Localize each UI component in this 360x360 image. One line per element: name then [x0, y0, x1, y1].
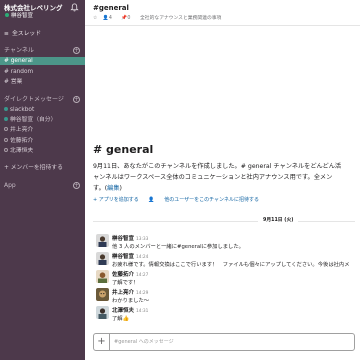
- dm-label: 北澤恒夫: [10, 148, 34, 154]
- message-author[interactable]: 北澤恒夫 14:31: [112, 306, 148, 314]
- message-item[interactable]: 北澤恒夫 14:31 了解👍: [93, 306, 358, 324]
- channel-intro-title: # general: [93, 143, 154, 156]
- channel-topic[interactable]: 全社的なアナウンスと業務関連の事項: [140, 16, 221, 21]
- message-text: 了解です！: [112, 280, 139, 286]
- current-user-name: 榊谷智宣: [11, 13, 34, 19]
- dm-label: 井上亮介: [10, 127, 34, 133]
- apps-section-label: App: [4, 182, 16, 189]
- channel-label: # general: [4, 58, 33, 64]
- message-text: 了解👍: [112, 316, 130, 322]
- apps-section-header[interactable]: App +: [0, 182, 85, 190]
- sidebar-item-sato[interactable]: 佐藤拓介: [0, 137, 85, 145]
- message-author[interactable]: 榊谷智宣 14:24: [112, 252, 148, 260]
- invite-others-label: 他のユーザーをこのチャンネルに招待する: [164, 197, 259, 203]
- pins-count[interactable]: 📌0: [121, 16, 134, 21]
- sidebar-item-general[interactable]: # general: [0, 57, 85, 65]
- current-user[interactable]: 榊谷智宣: [4, 12, 85, 20]
- message-composer: +: [93, 333, 355, 351]
- message-input[interactable]: [114, 334, 350, 350]
- channel-intro-text: 9月11日、あなたがこのチャンネルを作成しました。# general チャンネル…: [93, 163, 342, 170]
- avatar[interactable]: [96, 270, 109, 283]
- message-author[interactable]: 井上亮介 14:29: [112, 288, 148, 296]
- intro-suffix: ): [119, 185, 122, 192]
- star-icon[interactable]: ☆: [93, 16, 97, 21]
- invite-members-label: + メンバーを招待する: [4, 165, 63, 171]
- message-item[interactable]: 榊谷智宣 14:24 お疲れ様です。情報交換はここで行います！ ファイルも個々にア…: [93, 252, 358, 270]
- invite-members-link[interactable]: + メンバーを招待する: [0, 164, 85, 172]
- pins-value: 0: [127, 16, 131, 21]
- presence-away-icon: [4, 127, 8, 131]
- workspace-header[interactable]: 株式会社レベリング 榊谷智宣: [0, 0, 85, 22]
- channel-header: #general ☆ 👤4 📌0 全社的なアナウンスと業務関連の事項: [85, 0, 360, 26]
- bell-icon[interactable]: [70, 3, 79, 12]
- intro-prefix: す。(: [93, 185, 108, 192]
- message-item[interactable]: 佐藤拓介 14:27 了解です！: [93, 270, 358, 288]
- sidebar: 株式会社レベリング 榊谷智宣 ≡ 全スレッド チャンネル + # general …: [0, 0, 85, 360]
- channel-label: # 営業: [4, 79, 23, 85]
- sidebar-item-slackbot[interactable]: slackbot: [0, 106, 85, 114]
- message-author[interactable]: 榊谷智宣 13:33: [112, 234, 148, 242]
- sidebar-item-random[interactable]: # random: [0, 68, 85, 76]
- message-item[interactable]: 井上亮介 14:29 わかりました～: [93, 288, 358, 306]
- avatar[interactable]: [96, 288, 109, 301]
- channels-section-header[interactable]: チャンネル +: [0, 47, 85, 55]
- attach-plus-icon[interactable]: +: [94, 334, 110, 350]
- members-count[interactable]: 👤4: [103, 16, 116, 21]
- presence-away-icon: [4, 148, 8, 152]
- avatar[interactable]: [96, 306, 109, 319]
- intro-actions: + アプリを追加する 👤 他のユーザーをこのチャンネルに招待する: [93, 196, 275, 203]
- dm-section-header[interactable]: ダイレクトメッセージ +: [0, 96, 85, 104]
- members-value: 4: [108, 16, 112, 21]
- sidebar-item-kitazawa[interactable]: 北澤恒夫: [0, 147, 85, 155]
- presence-online-icon: [4, 107, 8, 111]
- channel-title[interactable]: #general: [93, 4, 129, 12]
- all-threads-item[interactable]: ≡ 全スレッド: [0, 30, 85, 38]
- message-text: わかりました～: [112, 298, 150, 304]
- channels-section-label: チャンネル: [4, 47, 34, 54]
- channel-meta: ☆ 👤4 📌0 全社的なアナウンスと業務関連の事項: [93, 14, 225, 21]
- dm-label: slackbot: [10, 107, 35, 113]
- all-threads-label: 全スレッド: [12, 31, 41, 37]
- dm-label: 佐藤拓介: [10, 138, 34, 144]
- add-channel-icon[interactable]: +: [73, 47, 80, 54]
- date-divider-label[interactable]: 9月11日 (火): [258, 217, 299, 225]
- message-time[interactable]: 14:31: [136, 309, 148, 314]
- dm-label: 榊谷智宣（自分）: [10, 117, 57, 123]
- invite-others-link[interactable]: 👤 他のユーザーをこのチャンネルに招待する: [148, 197, 267, 203]
- avatar[interactable]: [96, 234, 109, 247]
- add-app-icon[interactable]: +: [73, 182, 80, 189]
- channel-intro-text: す。(編集): [93, 183, 122, 192]
- channel-label: # random: [4, 69, 34, 75]
- message-author[interactable]: 佐藤拓介 14:27: [112, 270, 148, 278]
- threads-icon: ≡: [4, 31, 9, 37]
- sidebar-item-inoue[interactable]: 井上亮介: [0, 126, 85, 134]
- presence-dot: [5, 13, 9, 17]
- add-app-link[interactable]: + アプリを追加する: [93, 197, 139, 203]
- dm-section-label: ダイレクトメッセージ: [4, 96, 64, 103]
- channel-intro-text: ャンネルはワークスペース全体のコミュニケーションと社内アナウンス用です。全メン: [93, 174, 333, 181]
- presence-away-icon: [4, 138, 8, 142]
- message-text: 他 3 人のメンバーと一緒に#generalに参加しました。: [112, 244, 244, 250]
- message-item[interactable]: 榊谷智宣 13:33 他 3 人のメンバーと一緒に#generalに参加しました。: [93, 234, 358, 252]
- add-dm-icon[interactable]: +: [73, 96, 80, 103]
- sidebar-item-sales[interactable]: # 営業: [0, 78, 85, 86]
- message-text: お疲れ様です。情報交換はここで行います！ ファイルも個々にアップしてください。今…: [112, 262, 350, 268]
- avatar[interactable]: [96, 252, 109, 265]
- invite-person-icon: 👤: [148, 197, 155, 203]
- presence-online-icon: [4, 117, 8, 121]
- edit-purpose-link[interactable]: 編集: [107, 185, 119, 192]
- date-divider-line: [93, 221, 355, 222]
- sidebar-item-self[interactable]: 榊谷智宣（自分）: [0, 116, 85, 124]
